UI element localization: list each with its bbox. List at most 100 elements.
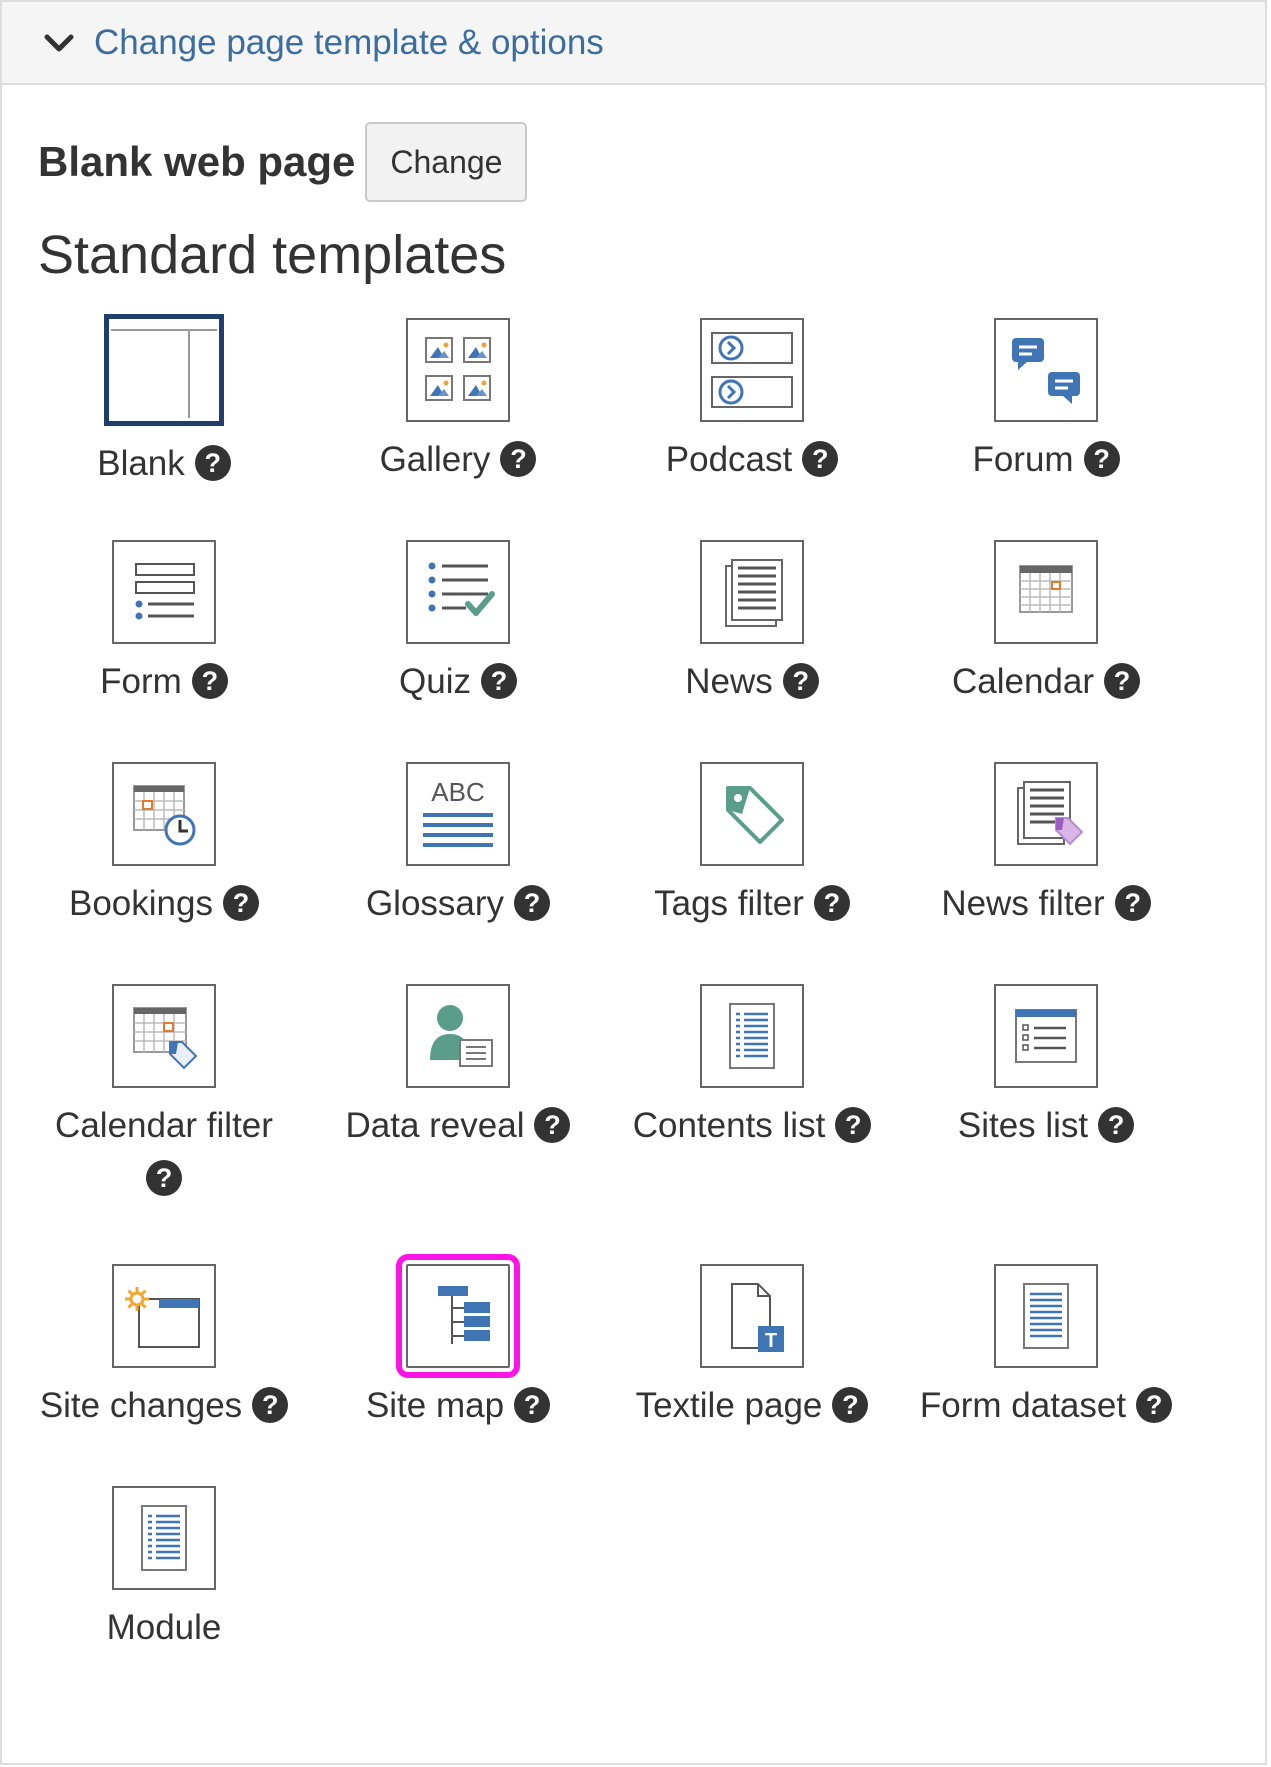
textile-page-icon[interactable]: T [700,1264,804,1368]
help-icon[interactable]: ? [1104,662,1141,699]
template-blank[interactable]: Blank? [16,314,312,486]
help-icon[interactable]: ? [514,884,551,921]
help-icon[interactable]: ? [1098,1106,1135,1143]
forum-icon[interactable] [994,318,1098,422]
template-bookings[interactable]: Bookings? [16,762,312,926]
help-icon[interactable]: ? [146,1160,182,1196]
help-icon[interactable]: ? [835,1106,872,1143]
template-label-text[interactable]: Glossary [366,884,504,923]
blank-layout-icon[interactable] [104,314,224,426]
template-contents-list[interactable]: Contents list? [604,984,900,1148]
template-calendar-filter[interactable]: Calendar filter? [16,984,312,1196]
template-label-text[interactable]: Site map [366,1386,504,1425]
template-label-text[interactable]: Blank [97,444,185,483]
template-label-text[interactable]: Site changes [40,1386,242,1425]
template-label-text[interactable]: Quiz [399,662,471,701]
template-label: Tags filter? [604,882,900,926]
podcast-icon[interactable] [700,318,804,422]
template-news-filter[interactable]: News filter? [898,762,1194,926]
glossary-icon[interactable]: ABC [406,762,510,866]
template-label-text[interactable]: Data reveal [346,1106,525,1145]
template-calendar[interactable]: Calendar? [898,540,1194,704]
help-icon[interactable]: ? [832,1386,869,1423]
template-news[interactable]: News? [604,540,900,704]
template-label: News? [604,660,900,704]
template-label-text[interactable]: News [685,662,773,701]
news-filter-icon[interactable] [994,762,1098,866]
template-label-text[interactable]: Sites list [958,1106,1088,1145]
help-icon[interactable]: ? [1083,440,1120,477]
calendar-icon[interactable] [994,540,1098,644]
site-map-icon[interactable] [396,1254,520,1378]
sites-list-icon[interactable] [994,984,1098,1088]
template-label-text[interactable]: Calendar filter [55,1106,273,1145]
template-label-text[interactable]: Bookings [69,884,213,923]
form-dataset-icon[interactable] [994,1264,1098,1368]
template-podcast[interactable]: Podcast? [604,318,900,482]
template-label: Podcast? [604,438,900,482]
template-options-panel: Change page template & options Blank web… [0,0,1267,1765]
template-label: News filter? [898,882,1194,926]
gallery-icon[interactable] [406,318,510,422]
template-module[interactable]: Module [16,1486,312,1650]
template-label-text[interactable]: Tags filter [654,884,804,923]
module-icon[interactable] [112,1486,216,1590]
template-site-map[interactable]: Site map? [310,1254,606,1428]
template-label-text[interactable]: Module [107,1608,222,1647]
template-label-text[interactable]: Podcast [666,440,792,479]
template-label: Blank? [16,442,312,486]
template-form[interactable]: Form? [16,540,312,704]
help-icon[interactable]: ? [782,662,819,699]
help-icon[interactable]: ? [514,1386,551,1423]
news-icon[interactable] [700,540,804,644]
help-icon[interactable]: ? [194,444,231,481]
template-sites-list[interactable]: Sites list? [898,984,1194,1148]
bookings-icon[interactable] [112,762,216,866]
template-gallery[interactable]: Gallery? [310,318,606,482]
current-template: Blank web page Change [38,122,528,202]
template-label-text[interactable]: Form dataset [920,1386,1126,1425]
help-icon[interactable]: ? [222,884,259,921]
template-label-text[interactable]: Contents list [633,1106,826,1145]
template-glossary[interactable]: ABC Glossary? [310,762,606,926]
help-icon[interactable]: ? [802,440,839,477]
change-template-button[interactable]: Change [365,122,528,202]
template-label: Bookings? [16,882,312,926]
template-label: Calendar? [898,660,1194,704]
current-template-name: Blank web page [38,138,356,185]
template-label-text[interactable]: News filter [941,884,1104,923]
help-icon[interactable]: ? [500,440,537,477]
template-label: Quiz? [310,660,606,704]
data-reveal-icon[interactable] [406,984,510,1088]
calendar-filter-icon[interactable] [112,984,216,1088]
template-textile-page[interactable]: T Textile page? [604,1264,900,1428]
help-icon[interactable]: ? [1114,884,1151,921]
template-label-text[interactable]: Gallery [380,440,491,479]
template-tags-filter[interactable]: Tags filter? [604,762,900,926]
help-icon[interactable]: ? [191,662,228,699]
template-options-toggle[interactable]: Change page template & options [2,0,1265,85]
template-label-text[interactable]: Calendar [952,662,1094,701]
section-title: Standard templates [38,225,507,285]
help-icon[interactable]: ? [480,662,517,699]
template-label: Data reveal? [310,1104,606,1148]
template-label-text[interactable]: Form [100,662,182,701]
template-form-dataset[interactable]: Form dataset? [898,1264,1194,1428]
help-icon[interactable]: ? [813,884,850,921]
help-icon[interactable]: ? [252,1386,289,1423]
help-icon[interactable]: ? [534,1106,571,1143]
site-changes-icon[interactable] [112,1264,216,1368]
template-data-reveal[interactable]: Data reveal? [310,984,606,1148]
template-label-text[interactable]: Forum [972,440,1073,479]
contents-list-icon[interactable] [700,984,804,1088]
form-icon[interactable] [112,540,216,644]
help-icon[interactable]: ? [1136,1386,1173,1423]
tag-icon[interactable] [700,762,804,866]
template-label-text[interactable]: Textile page [636,1386,823,1425]
template-quiz[interactable]: Quiz? [310,540,606,704]
template-forum[interactable]: Forum? [898,318,1194,482]
template-label: Gallery? [310,438,606,482]
template-label: Glossary? [310,882,606,926]
quiz-icon[interactable] [406,540,510,644]
template-site-changes[interactable]: Site changes? [16,1264,312,1428]
